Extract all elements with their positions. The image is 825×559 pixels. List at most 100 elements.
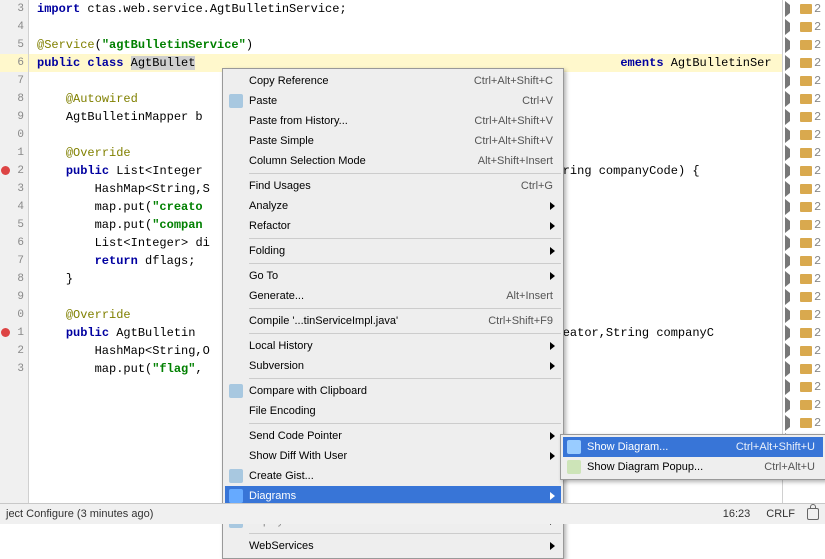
context-menu[interactable]: Copy ReferenceCtrl+Alt+Shift+CPasteCtrl+… <box>222 68 564 559</box>
expand-arrow-icon <box>785 307 798 323</box>
project-folder-strip[interactable]: 2222222222222222222222222 <box>782 0 825 504</box>
folder-row[interactable]: 2 <box>783 90 825 108</box>
folder-icon <box>800 22 812 32</box>
ctx-label: Subversion <box>249 360 553 372</box>
folder-row[interactable]: 2 <box>783 396 825 414</box>
gutter-21[interactable]: 1 <box>0 324 28 342</box>
ctx-label: Column Selection Mode <box>249 155 478 167</box>
blank-4 <box>29 18 825 36</box>
autowired-annotation: @Autowired <box>66 92 138 106</box>
folder-row[interactable]: 2 <box>783 108 825 126</box>
gutter-19: 9 <box>0 288 28 306</box>
service-name-str: "agtBulletinService" <box>102 38 246 52</box>
folder-label: 2 <box>814 362 821 376</box>
folder-row[interactable]: 2 <box>783 342 825 360</box>
folder-label: 2 <box>814 182 821 196</box>
gutter-18: 8 <box>0 270 28 288</box>
folder-row[interactable]: 2 <box>783 180 825 198</box>
folder-label: 2 <box>814 20 821 34</box>
folder-row[interactable]: 2 <box>783 288 825 306</box>
ctx-subversion[interactable]: Subversion <box>225 356 561 376</box>
put-23-str: "flag" <box>152 362 195 376</box>
folder-icon <box>800 364 812 374</box>
ctx-label: File Encoding <box>249 405 553 417</box>
ctx-webservices[interactable]: WebServices <box>225 536 561 556</box>
sub-show-diagram-popup[interactable]: Show Diagram Popup...Ctrl+Alt+U <box>563 457 823 477</box>
sub-show-diagram[interactable]: Show Diagram...Ctrl+Alt+Shift+U <box>563 437 823 457</box>
ctx-create-gist[interactable]: Create Gist... <box>225 466 561 486</box>
ctx-compile-tinserviceimpl-java[interactable]: Compile '...tinServiceImpl.java'Ctrl+Shi… <box>225 311 561 331</box>
kw-implements: ements <box>620 56 663 70</box>
folder-label: 2 <box>814 146 821 160</box>
submenu-arrow-icon <box>550 202 555 210</box>
ctx-paste-simple[interactable]: Paste SimpleCtrl+Alt+Shift+V <box>225 131 561 151</box>
hashmap-22: HashMap<String,O <box>95 344 210 358</box>
folder-label: 2 <box>814 218 821 232</box>
folder-row[interactable]: 2 <box>783 234 825 252</box>
folder-row[interactable]: 2 <box>783 324 825 342</box>
folder-row[interactable]: 2 <box>783 0 825 18</box>
expand-arrow-icon <box>785 163 798 179</box>
folder-row[interactable]: 2 <box>783 306 825 324</box>
folder-label: 2 <box>814 200 821 214</box>
submenu-arrow-icon <box>550 272 555 280</box>
ctx-refactor[interactable]: Refactor <box>225 216 561 236</box>
ctx-find-usages[interactable]: Find UsagesCtrl+G <box>225 176 561 196</box>
gutter-7: 7 <box>0 72 28 90</box>
folder-label: 2 <box>814 128 821 142</box>
ctx-label: WebServices <box>249 540 553 552</box>
expand-arrow-icon <box>785 199 798 215</box>
ctx-shortcut: Ctrl+Alt+Shift+V <box>474 135 553 147</box>
ctx-generate[interactable]: Generate...Alt+Insert <box>225 286 561 306</box>
ctx-local-history[interactable]: Local History <box>225 336 561 356</box>
folder-row[interactable]: 2 <box>783 414 825 432</box>
expand-arrow-icon <box>785 19 798 35</box>
submenu-arrow-icon <box>550 222 555 230</box>
ctx-folding[interactable]: Folding <box>225 241 561 261</box>
ctx-analyze[interactable]: Analyze <box>225 196 561 216</box>
folder-icon <box>800 292 812 302</box>
ret-val: dflags; <box>145 254 195 268</box>
folder-row[interactable]: 2 <box>783 216 825 234</box>
folder-row[interactable]: 2 <box>783 72 825 90</box>
ctx-column-selection-mode[interactable]: Column Selection ModeAlt+Shift+Insert <box>225 151 561 171</box>
ctx-label: Send Code Pointer <box>249 430 553 442</box>
folder-row[interactable]: 2 <box>783 144 825 162</box>
sub-label: Show Diagram Popup... <box>587 461 764 473</box>
folder-row[interactable]: 2 <box>783 378 825 396</box>
gutter-12[interactable]: 2 <box>0 162 28 180</box>
gutter-23: 3 <box>0 360 28 378</box>
folder-label: 2 <box>814 326 821 340</box>
folder-row[interactable]: 2 <box>783 252 825 270</box>
folder-row[interactable]: 2 <box>783 360 825 378</box>
ctx-file-encoding[interactable]: File Encoding <box>225 401 561 421</box>
override-2: @Override <box>66 308 131 322</box>
folder-row[interactable]: 2 <box>783 54 825 72</box>
folder-label: 2 <box>814 2 821 16</box>
diagrams-submenu[interactable]: Show Diagram...Ctrl+Alt+Shift+UShow Diag… <box>560 434 825 480</box>
ctx-show-diff-with-user[interactable]: Show Diff With User <box>225 446 561 466</box>
expand-arrow-icon <box>785 1 798 17</box>
gutter-5: 5 <box>0 36 28 54</box>
ctx-label: Create Gist... <box>249 470 553 482</box>
folder-row[interactable]: 2 <box>783 270 825 288</box>
ctx-paste[interactable]: PasteCtrl+V <box>225 91 561 111</box>
ctx-paste-from-history[interactable]: Paste from History...Ctrl+Alt+Shift+V <box>225 111 561 131</box>
expand-arrow-icon <box>785 145 798 161</box>
folder-row[interactable]: 2 <box>783 18 825 36</box>
ctx-send-code-pointer[interactable]: Send Code Pointer <box>225 426 561 446</box>
ctx-copy-reference[interactable]: Copy ReferenceCtrl+Alt+Shift+C <box>225 71 561 91</box>
folder-row[interactable]: 2 <box>783 126 825 144</box>
impl-name: AgtBulletinSer <box>664 56 772 70</box>
submenu-arrow-icon <box>550 452 555 460</box>
ctx-label: Paste <box>249 95 522 107</box>
folder-row[interactable]: 2 <box>783 162 825 180</box>
kw-public-1: public <box>66 164 116 178</box>
folder-icon <box>800 346 812 356</box>
folder-row[interactable]: 2 <box>783 36 825 54</box>
ctx-shortcut: Ctrl+V <box>522 95 553 107</box>
ctx-compare-with-clipboard[interactable]: Compare with Clipboard <box>225 381 561 401</box>
folder-row[interactable]: 2 <box>783 198 825 216</box>
lock-icon[interactable] <box>807 508 819 520</box>
ctx-go-to[interactable]: Go To <box>225 266 561 286</box>
